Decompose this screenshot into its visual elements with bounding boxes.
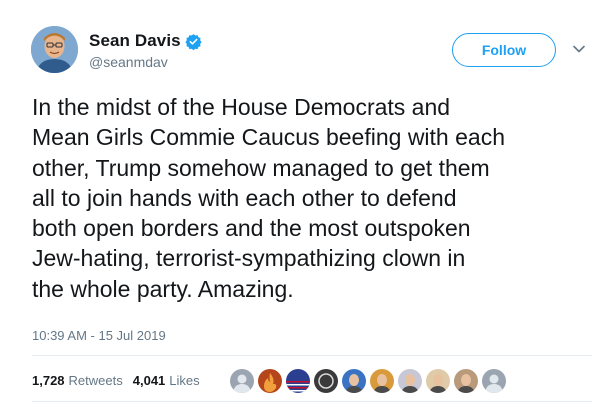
follow-button[interactable]: Follow — [452, 33, 556, 67]
retweets-count: 1,728 — [32, 373, 65, 388]
person-avatar-icon[interactable] — [426, 369, 450, 393]
divider — [32, 355, 592, 356]
likes-label: Likes — [169, 373, 200, 388]
default-avatar-icon[interactable] — [482, 369, 506, 393]
retweets-label: Retweets — [68, 373, 123, 388]
likes-count: 4,041 — [132, 373, 166, 388]
tweet-card: Sean Davis @seanmdav Follow In the midst… — [0, 0, 614, 406]
chevron-down-icon[interactable] — [572, 42, 586, 56]
fire-avatar-icon[interactable] — [258, 369, 282, 393]
liker-avatars — [230, 369, 510, 393]
person-avatar-icon[interactable] — [398, 369, 422, 393]
engagement-stats: 1,728 Retweets 4,041 Likes — [32, 373, 200, 388]
name-row: Sean Davis — [89, 30, 202, 52]
person-avatar-icon[interactable] — [342, 369, 366, 393]
default-avatar-icon[interactable] — [230, 369, 254, 393]
tweet-timestamp[interactable]: 10:39 AM - 15 Jul 2019 — [32, 328, 166, 343]
person-avatar-icon[interactable] — [370, 369, 394, 393]
user-avatar[interactable] — [31, 26, 78, 73]
person-avatar-icon[interactable] — [454, 369, 478, 393]
divider — [32, 401, 592, 402]
logo-avatar-icon[interactable] — [314, 369, 338, 393]
user-handle[interactable]: @seanmdav — [89, 54, 168, 70]
tweet-text: In the midst of the House Democrats and … — [32, 94, 505, 302]
verified-badge-icon — [185, 33, 202, 50]
flag-avatar-icon[interactable] — [286, 369, 310, 393]
display-name[interactable]: Sean Davis — [89, 31, 181, 51]
retweets-stat[interactable]: 1,728 Retweets — [32, 373, 123, 388]
user-avatar-photo — [31, 26, 78, 73]
likes-stat[interactable]: 4,041 Likes — [133, 373, 200, 388]
